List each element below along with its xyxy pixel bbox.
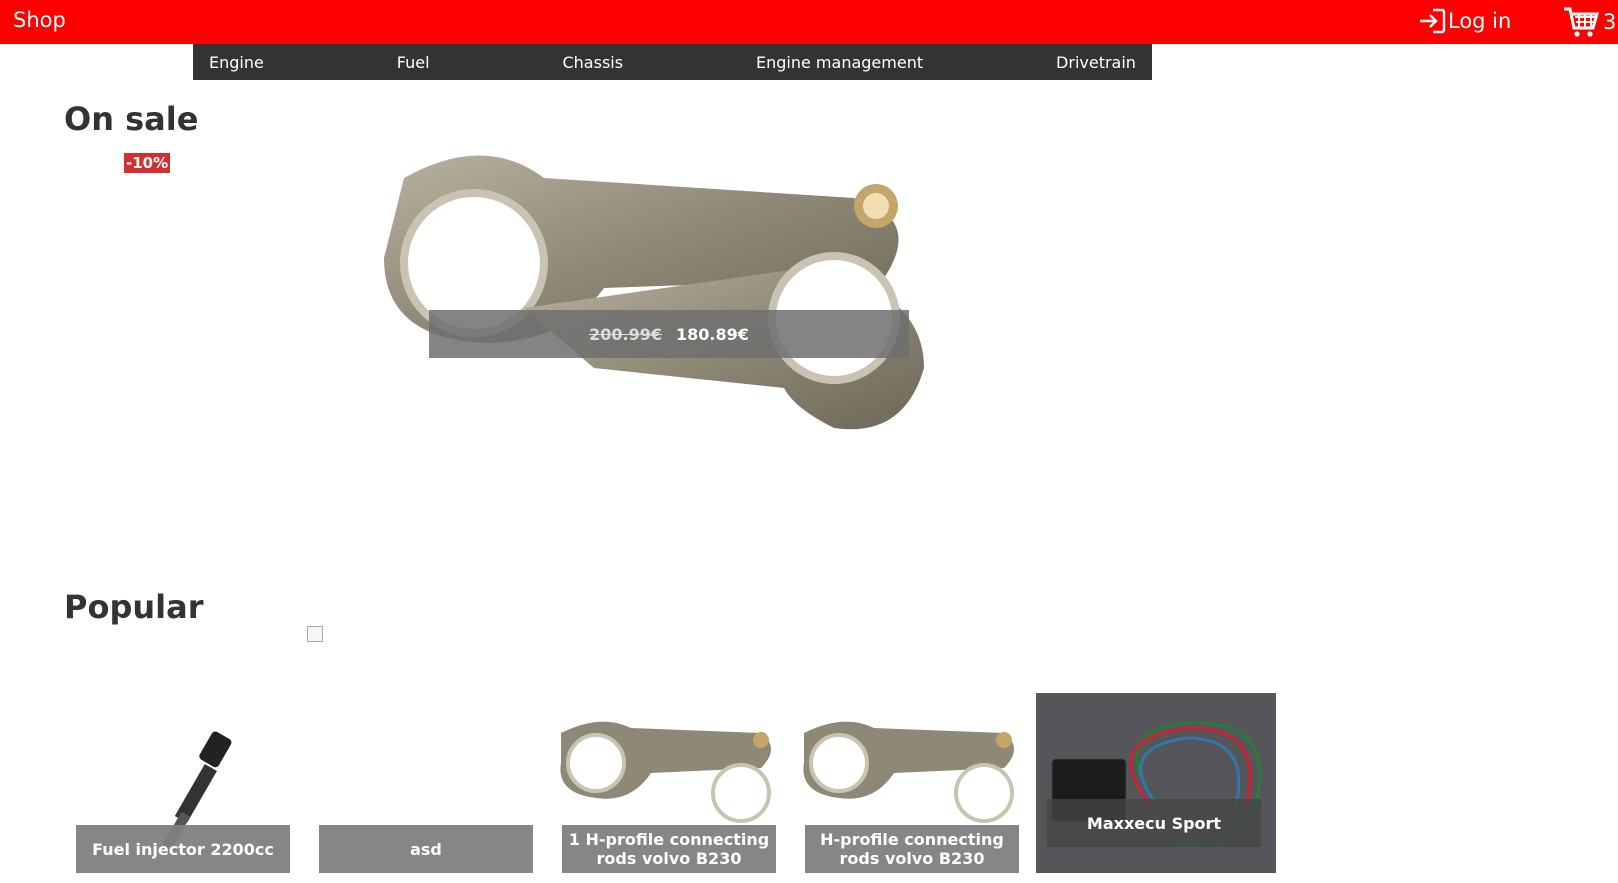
- nav-item-engine-management[interactable]: Engine management: [756, 53, 923, 72]
- top-bar: Shop Log in 3: [0, 0, 1618, 44]
- product-name: H-profile connecting rods volvo B230: [805, 825, 1019, 873]
- nav-item-chassis[interactable]: Chassis: [562, 53, 623, 72]
- nav-item-fuel[interactable]: Fuel: [397, 53, 430, 72]
- product-card[interactable]: Maxxecu Sport: [1036, 693, 1276, 873]
- cart-icon: [1564, 7, 1599, 37]
- product-name: asd: [319, 825, 533, 873]
- login-label: Log in: [1448, 9, 1512, 33]
- product-card[interactable]: asd: [308, 693, 548, 873]
- sale-price-bar: 200.99€ 180.89€: [429, 310, 909, 358]
- nav-item-drivetrain[interactable]: Drivetrain: [1056, 53, 1136, 72]
- product-card[interactable]: 1 H-profile connecting rods volvo B230: [551, 693, 791, 873]
- sale-product-image[interactable]: [364, 138, 954, 450]
- login-button[interactable]: Log in: [1418, 8, 1511, 34]
- on-sale-heading: On sale: [64, 100, 199, 138]
- product-name: 1 H-profile connecting rods volvo B230: [562, 825, 776, 873]
- cart-button[interactable]: 3: [1563, 6, 1616, 38]
- cart-count: 3: [1603, 10, 1617, 34]
- discount-badge: -10%: [124, 153, 171, 173]
- popular-heading: Popular: [64, 588, 204, 626]
- login-icon: [1420, 8, 1446, 34]
- shop-brand-link[interactable]: Shop: [13, 8, 66, 32]
- product-card[interactable]: H-profile connecting rods volvo B230: [794, 693, 1034, 873]
- old-price: 200.99€: [589, 324, 662, 344]
- product-name: Maxxecu Sport: [1047, 799, 1261, 847]
- broken-image-icon: [307, 626, 323, 642]
- category-nav: Engine Fuel Chassis Engine management Dr…: [193, 44, 1152, 80]
- product-card[interactable]: Fuel injector 2200cc: [65, 693, 305, 873]
- sale-price: 180.89€: [676, 324, 749, 344]
- nav-item-engine[interactable]: Engine: [209, 53, 264, 72]
- product-name: Fuel injector 2200cc: [76, 825, 290, 873]
